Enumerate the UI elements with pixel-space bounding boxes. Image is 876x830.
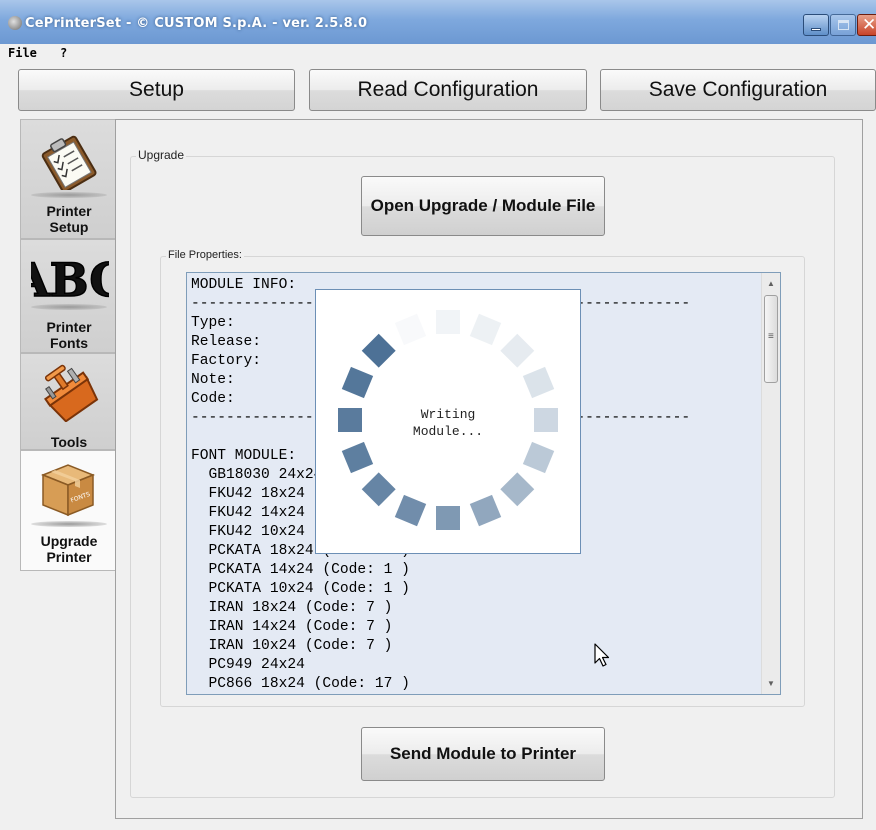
- spinner-segment: [522, 366, 555, 399]
- title-bar[interactable]: CePrinterSet - © CUSTOM S.p.A. - ver. 2.…: [0, 0, 876, 44]
- tab-shelf-shadow: [31, 521, 107, 527]
- grip-icon: ≡: [768, 331, 774, 342]
- tab-shelf-shadow: [31, 192, 107, 198]
- spinner-segment: [361, 333, 396, 368]
- spinner-segment: [469, 494, 502, 527]
- spinner-segment: [500, 333, 535, 368]
- spinner-segment: [394, 494, 427, 527]
- spinner-segment: [394, 313, 427, 346]
- tab-shelf-shadow: [31, 304, 107, 310]
- spinner-segment: [500, 472, 535, 507]
- read-configuration-button[interactable]: Read Configuration: [309, 69, 587, 111]
- sidebar-item-printer-setup[interactable]: Printer Setup: [20, 119, 116, 239]
- clipboard-icon: [41, 135, 97, 190]
- setup-button[interactable]: Setup: [18, 69, 295, 111]
- writing-progress-dialog: Writing Module...: [315, 289, 581, 554]
- abc-font-icon: ABC: [31, 252, 109, 308]
- abc-font-text: ABC: [31, 253, 109, 307]
- spinner-segment: [436, 506, 460, 530]
- scroll-down-arrow-icon[interactable]: ▼: [762, 675, 780, 692]
- sidebar-item-label: Printer Fonts: [46, 319, 92, 351]
- spinner-segment: [469, 313, 502, 346]
- toolbox-icon: [44, 364, 99, 422]
- upgrade-group-label: Upgrade: [136, 148, 187, 162]
- send-module-button[interactable]: Send Module to Printer: [361, 727, 605, 781]
- menu-file[interactable]: File: [8, 46, 37, 60]
- sidebar-item-label: Tools: [50, 434, 88, 450]
- close-button[interactable]: ✕: [857, 14, 876, 36]
- spinner-segment: [522, 441, 555, 474]
- maximize-button[interactable]: [830, 14, 856, 36]
- progress-line-1: Writing: [420, 407, 476, 422]
- sidebar-item-label: Upgrade Printer: [40, 533, 98, 565]
- open-upgrade-file-button[interactable]: Open Upgrade / Module File: [361, 176, 605, 236]
- scroll-up-arrow-icon[interactable]: ▲: [762, 275, 780, 292]
- window-title: CePrinterSet - © CUSTOM S.p.A. - ver. 2.…: [25, 16, 368, 31]
- minimize-button[interactable]: [803, 14, 829, 36]
- sidebar-item-upgrade-printer[interactable]: FONTS Upgrade Printer: [20, 450, 116, 571]
- spinner-segment: [341, 366, 374, 399]
- menu-bar: File ?: [0, 44, 876, 64]
- mouse-cursor-icon: [594, 643, 610, 667]
- progress-message: Writing Module...: [316, 406, 580, 440]
- vertical-scrollbar[interactable]: ▲ ≡ ▼: [761, 273, 780, 694]
- sidebar-item-tools[interactable]: Tools: [20, 353, 116, 450]
- application-window: CePrinterSet - © CUSTOM S.p.A. - ver. 2.…: [0, 0, 876, 830]
- scroll-thumb[interactable]: ≡: [764, 295, 778, 383]
- progress-line-2: Module...: [412, 424, 484, 439]
- sidebar-item-printer-fonts[interactable]: ABC Printer Fonts: [20, 239, 116, 353]
- app-gear-icon: [8, 16, 22, 30]
- spinner-segment: [361, 472, 396, 507]
- menu-help[interactable]: ?: [60, 46, 67, 60]
- file-properties-label: File Properties:: [166, 249, 244, 261]
- save-configuration-button[interactable]: Save Configuration: [600, 69, 876, 111]
- spinner-segment: [436, 310, 460, 334]
- sidebar-item-label: Printer Setup: [46, 203, 92, 235]
- close-icon: ✕: [862, 15, 876, 35]
- box-icon: FONTS: [40, 464, 96, 517]
- spinner-segment: [341, 441, 374, 474]
